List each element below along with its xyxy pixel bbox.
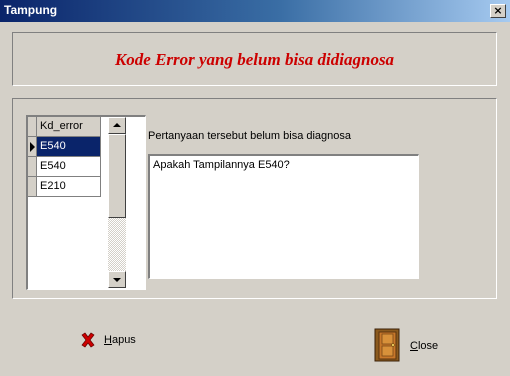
table-row[interactable]: E210 xyxy=(28,177,108,197)
table-cell[interactable]: E540 xyxy=(37,157,101,177)
grid-header-row: Kd_error xyxy=(28,117,108,137)
table-row[interactable]: E540 xyxy=(28,137,108,157)
delete-x-icon xyxy=(81,332,95,348)
window-title: Tampung xyxy=(4,3,58,17)
error-code-grid[interactable]: Kd_error E540 E540 E210 xyxy=(26,115,146,290)
question-label: Pertanyaan tersebut belum bisa diagnosa xyxy=(148,130,352,142)
hapus-button[interactable]: Hapus xyxy=(80,332,190,368)
question-memo[interactable]: Apakah Tampilannya E540? xyxy=(148,154,419,279)
table-cell[interactable]: E210 xyxy=(37,177,101,197)
main-panel: Kd_error E540 E540 E210 Pertanyaan terse… xyxy=(12,98,497,299)
column-header-kd-error[interactable]: Kd_error xyxy=(37,117,101,137)
scroll-up-button[interactable] xyxy=(108,117,126,134)
grid-vertical-scrollbar[interactable] xyxy=(108,117,126,288)
header-panel: Kode Error yang belum bisa didiagnosa xyxy=(12,32,497,86)
table-row[interactable]: E540 xyxy=(28,157,108,177)
title-bar[interactable]: Tampung × xyxy=(0,0,510,22)
grid-body: Kd_error E540 E540 E210 xyxy=(28,117,108,289)
scroll-thumb[interactable] xyxy=(108,134,126,218)
close-icon: × xyxy=(493,4,503,17)
close-button[interactable]: Close xyxy=(372,328,482,364)
hapus-label: Hapus xyxy=(104,334,136,346)
scroll-down-button[interactable] xyxy=(108,271,126,288)
row-indicator xyxy=(28,117,37,137)
header-title: Kode Error yang belum bisa didiagnosa xyxy=(114,50,395,69)
dialog-window: Tampung × Kode Error yang belum bisa did… xyxy=(0,0,510,376)
button-bar: Hapus Close xyxy=(12,312,497,372)
row-indicator xyxy=(28,157,37,177)
row-indicator xyxy=(28,177,37,197)
table-cell[interactable]: E540 xyxy=(37,137,101,157)
row-indicator xyxy=(28,137,37,157)
current-row-arrow-icon xyxy=(30,142,35,152)
close-label: Close xyxy=(410,340,439,352)
close-window-button[interactable]: × xyxy=(490,4,506,18)
door-icon xyxy=(374,328,400,362)
arrow-down-icon xyxy=(113,278,121,282)
arrow-up-icon xyxy=(113,123,121,127)
